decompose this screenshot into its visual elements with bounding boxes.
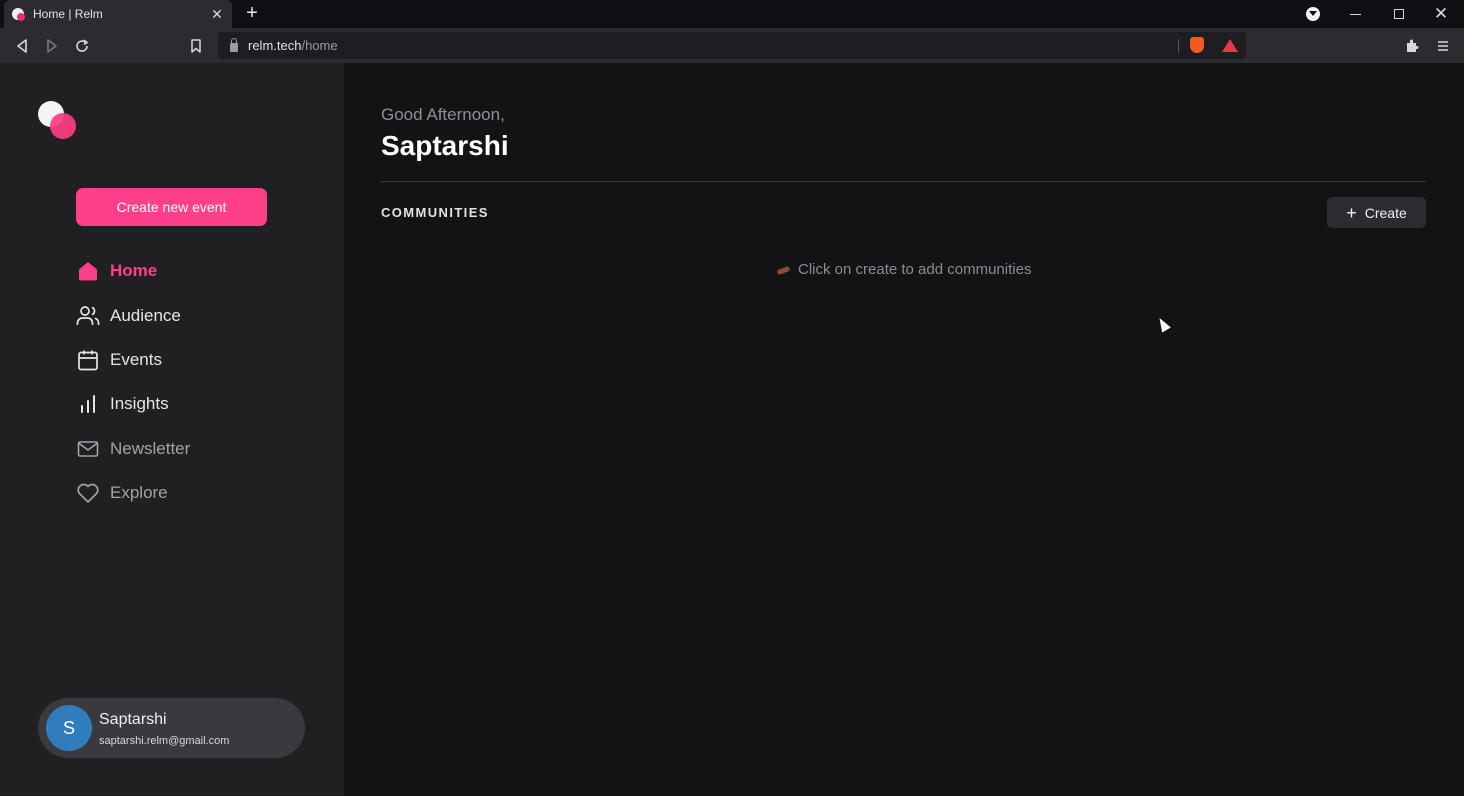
new-tab-button[interactable]: + [244,3,260,23]
brave-rewards-icon[interactable] [1222,39,1238,52]
tab-close-icon[interactable]: ✕ [210,6,224,23]
sidebar-nav: Home Audience Events Insights Newsletter [76,249,316,515]
sidebar-item-label: Events [110,349,162,369]
create-community-button[interactable]: + Create [1327,197,1426,228]
sidebar-item-label: Insights [110,394,169,414]
home-icon [76,259,100,283]
avatar: S [46,705,92,751]
back-icon[interactable] [12,36,32,56]
sidebar-item-explore[interactable]: Explore [76,471,316,515]
sidebar-item-home[interactable]: Home [76,249,316,293]
sidebar-item-label: Newsletter [110,438,191,458]
communities-heading: COMMUNITIES [381,205,489,220]
sidebar-item-label: Explore [110,483,168,503]
mail-icon [76,437,100,461]
bar-chart-icon [76,392,100,416]
browser-tab[interactable]: Home | Relm ✕ [4,0,232,28]
user-profile-card[interactable]: S Saptarshi saptarshi.relm@gmail.com [38,698,305,758]
brave-shields-icon[interactable] [1190,37,1204,53]
sidebar-item-insights[interactable]: Insights [76,382,316,426]
lock-icon [230,37,238,52]
sidebar-item-label: Audience [110,305,181,325]
waving-hand-icon [776,265,792,275]
empty-state-text: Click on create to add communities [798,261,1032,278]
profile-name: Saptarshi [99,711,167,728]
menu-icon[interactable] [1434,37,1452,55]
extensions-icon[interactable] [1403,37,1421,55]
reload-icon[interactable] [72,36,92,56]
relm-favicon-icon [12,8,25,21]
plus-icon: + [1346,202,1357,223]
greeting-text: Good Afternoon, [381,105,505,124]
heart-icon [76,481,100,505]
divider [381,181,1426,182]
bookmark-icon[interactable] [186,36,206,56]
tab-title: Home | Relm [33,7,103,21]
profile-email: saptarshi.relm@gmail.com [99,735,230,747]
sidebar-item-label: Home [110,261,158,281]
sidebar-item-events[interactable]: Events [76,338,316,382]
browser-toolbar: relm.tech/home [0,28,1464,63]
window-close-button[interactable]: ✕ [1430,0,1452,28]
url-text: relm.tech/home [248,38,338,53]
page-title: Saptarshi [381,130,509,161]
relm-logo[interactable] [38,101,78,141]
calendar-icon [76,348,100,372]
create-new-event-button[interactable]: Create new event [76,188,267,226]
create-button-label: Create [1364,204,1407,221]
forward-icon[interactable] [42,36,62,56]
main-content: Good Afternoon, Saptarshi COMMUNITIES + … [344,63,1464,796]
empty-state-message: Click on create to add communities [776,261,1031,278]
maximize-button[interactable] [1388,0,1410,28]
sidebar-item-audience[interactable]: Audience [76,293,316,337]
minimize-button[interactable] [1344,0,1366,28]
address-bar[interactable]: relm.tech/home [218,32,1246,59]
url-separator [1178,39,1179,53]
sidebar-item-newsletter[interactable]: Newsletter [76,427,316,471]
users-icon [76,304,100,328]
profile-menu-icon[interactable] [1302,0,1324,28]
browser-tab-bar: Home | Relm ✕ + ✕ [0,0,1464,28]
sidebar: Create new event Home Audience Events In… [0,63,344,796]
